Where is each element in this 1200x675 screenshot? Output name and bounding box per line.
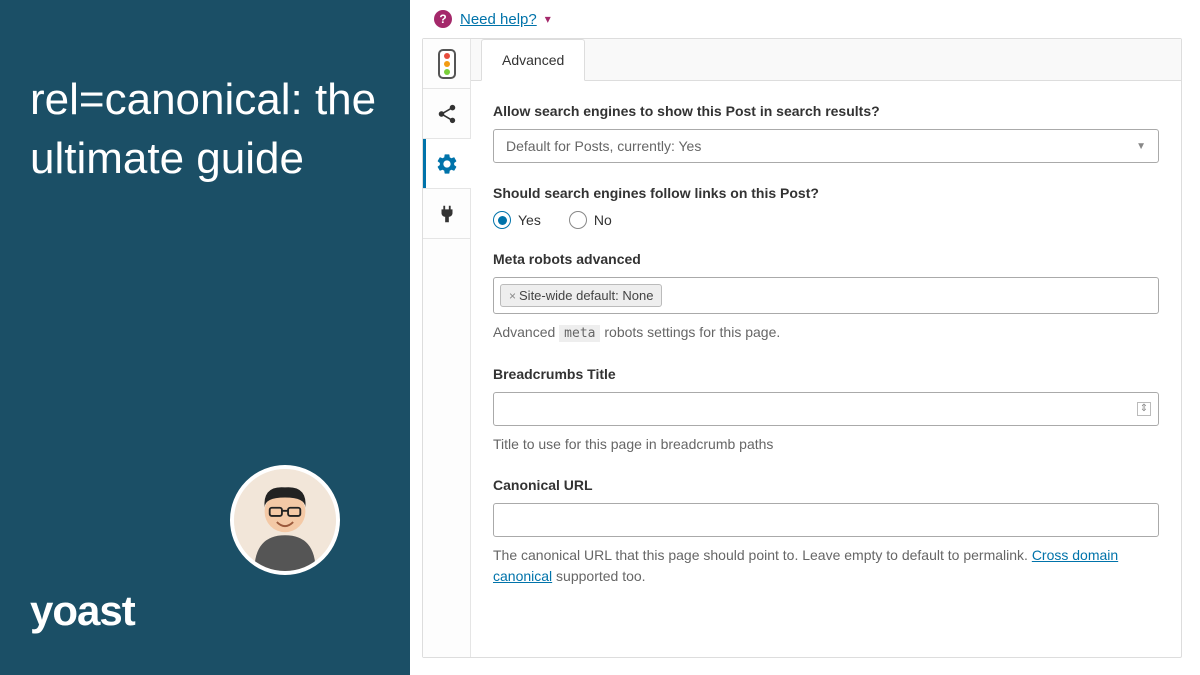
code-meta: meta xyxy=(559,325,600,342)
share-icon xyxy=(436,103,458,125)
chevron-down-icon[interactable]: ▾ xyxy=(545,12,551,26)
radio-no-label: No xyxy=(594,212,612,228)
breadcrumbs-label: Breadcrumbs Title xyxy=(493,366,1159,382)
meta-robots-input[interactable]: × Site-wide default: None xyxy=(493,277,1159,314)
radio-yes[interactable]: Yes xyxy=(493,211,541,229)
radio-icon xyxy=(569,211,587,229)
input-indicator-icon: ⇕ xyxy=(1137,402,1151,416)
icon-tab-social[interactable] xyxy=(423,89,471,139)
icon-tab-advanced[interactable] xyxy=(423,139,471,189)
radio-yes-label: Yes xyxy=(518,212,541,228)
advanced-tab-content: Allow search engines to show this Post i… xyxy=(471,81,1181,605)
breadcrumbs-input[interactable] xyxy=(493,392,1159,426)
author-avatar xyxy=(230,465,340,575)
icon-tab-tools[interactable] xyxy=(423,189,471,239)
yoast-metabox: Advanced Allow search engines to show th… xyxy=(422,38,1182,658)
canonical-input[interactable] xyxy=(493,503,1159,537)
content-area: Advanced Allow search engines to show th… xyxy=(471,39,1181,657)
tab-advanced[interactable]: Advanced xyxy=(481,39,585,81)
meta-robots-label: Meta robots advanced xyxy=(493,251,1159,267)
traffic-light-icon xyxy=(438,49,456,79)
radio-icon xyxy=(493,211,511,229)
settings-panel: ? Need help? ▾ xyxy=(410,0,1200,675)
help-icon[interactable]: ? xyxy=(434,10,452,28)
yoast-logo: yoast xyxy=(30,587,135,635)
need-help-link[interactable]: Need help? xyxy=(460,11,537,28)
field-follow-links: Should search engines follow links on th… xyxy=(493,185,1159,229)
help-row: ? Need help? ▾ xyxy=(422,10,1182,38)
field-meta-robots: Meta robots advanced × Site-wide default… xyxy=(493,251,1159,344)
field-canonical: Canonical URL The canonical URL that thi… xyxy=(493,477,1159,587)
gear-icon xyxy=(435,152,459,176)
field-allow-show: Allow search engines to show this Post i… xyxy=(493,103,1159,163)
plug-icon xyxy=(436,203,458,225)
meta-robots-chip[interactable]: × Site-wide default: None xyxy=(500,284,662,307)
allow-show-label: Allow search engines to show this Post i… xyxy=(493,103,1159,119)
left-panel: rel=canonical: the ultimate guide yoast xyxy=(0,0,410,675)
field-breadcrumbs: Breadcrumbs Title ⇕ Title to use for thi… xyxy=(493,366,1159,455)
tab-bar: Advanced xyxy=(471,39,1181,81)
follow-links-label: Should search engines follow links on th… xyxy=(493,185,1159,201)
canonical-helper: The canonical URL that this page should … xyxy=(493,545,1159,587)
allow-show-select[interactable]: Default for Posts, currently: Yes ▼ xyxy=(493,129,1159,163)
canonical-label: Canonical URL xyxy=(493,477,1159,493)
icon-tab-readability[interactable] xyxy=(423,39,471,89)
chevron-down-icon: ▼ xyxy=(1136,141,1146,152)
icon-tab-bar xyxy=(423,39,471,657)
radio-no[interactable]: No xyxy=(569,211,612,229)
page-title: rel=canonical: the ultimate guide xyxy=(30,70,380,189)
allow-show-value: Default for Posts, currently: Yes xyxy=(506,138,701,154)
chip-text: Site-wide default: None xyxy=(519,288,653,303)
breadcrumbs-helper: Title to use for this page in breadcrumb… xyxy=(493,434,1159,455)
follow-links-radiogroup: Yes No xyxy=(493,211,1159,229)
remove-chip-icon[interactable]: × xyxy=(509,289,516,303)
meta-robots-helper: Advanced meta robots settings for this p… xyxy=(493,322,1159,344)
